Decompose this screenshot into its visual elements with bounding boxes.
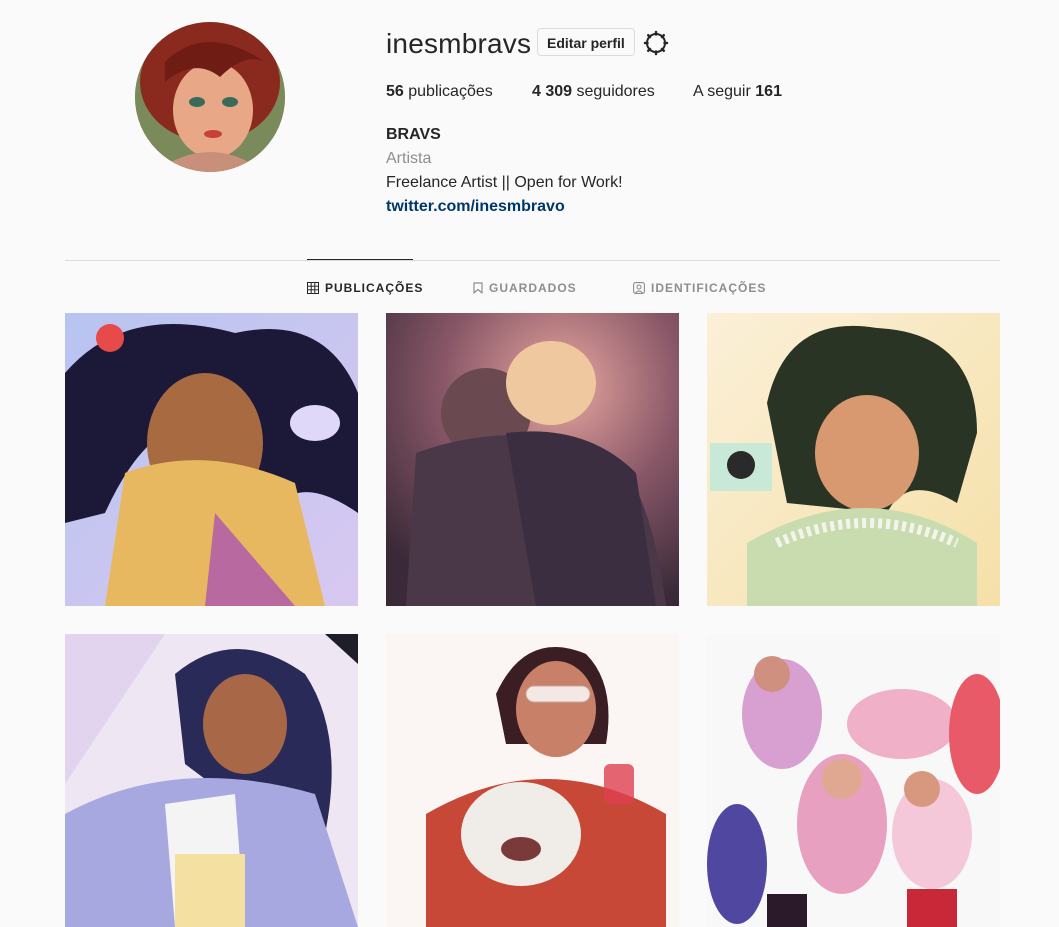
tagged-user-icon bbox=[633, 282, 645, 294]
settings-icon[interactable] bbox=[643, 30, 669, 56]
active-tab-indicator bbox=[307, 259, 413, 260]
tab-saved[interactable]: GUARDADOS bbox=[473, 280, 577, 296]
profile-bio-text: Freelance Artist || Open for Work! bbox=[386, 174, 623, 191]
tab-saved-label: GUARDADOS bbox=[489, 281, 577, 295]
profile-avatar[interactable] bbox=[135, 22, 285, 172]
profile-website-link[interactable]: twitter.com/inesmbravo bbox=[386, 198, 565, 215]
followers-stat[interactable]: 4 309 seguidores bbox=[532, 82, 655, 102]
profile-category: Artista bbox=[386, 150, 432, 167]
profile-full-name: BRAVS bbox=[386, 126, 441, 143]
post-thumbnail[interactable] bbox=[386, 634, 679, 927]
following-count: 161 bbox=[755, 83, 782, 100]
following-label: A seguir bbox=[693, 83, 751, 100]
posts-label: publicações bbox=[408, 83, 493, 100]
tab-tagged-label: IDENTIFICAÇÕES bbox=[651, 281, 767, 295]
bookmark-icon bbox=[473, 282, 483, 294]
post-thumbnail[interactable] bbox=[707, 313, 1000, 606]
posts-stat: 56 publicações bbox=[386, 82, 493, 102]
edit-profile-button[interactable]: Editar perfil bbox=[537, 28, 635, 56]
following-stat[interactable]: A seguir 161 bbox=[693, 82, 782, 102]
post-thumbnail[interactable] bbox=[386, 313, 679, 606]
tab-posts-label: PUBLICAÇÕES bbox=[325, 281, 424, 295]
tab-posts[interactable]: PUBLICAÇÕES bbox=[307, 280, 423, 296]
post-thumbnail[interactable] bbox=[707, 634, 1000, 927]
tabs-divider bbox=[65, 260, 1000, 261]
tab-tagged[interactable]: IDENTIFICAÇÕES bbox=[633, 280, 766, 296]
grid-icon bbox=[307, 282, 319, 294]
followers-count: 4 309 bbox=[532, 83, 573, 100]
post-thumbnail[interactable] bbox=[65, 313, 358, 606]
posts-count: 56 bbox=[386, 83, 404, 100]
profile-bio: BRAVS Artista Freelance Artist || Open f… bbox=[386, 123, 623, 219]
followers-label: seguidores bbox=[576, 83, 655, 100]
post-thumbnail[interactable] bbox=[65, 634, 358, 927]
profile-username: inesmbravs bbox=[386, 28, 532, 59]
